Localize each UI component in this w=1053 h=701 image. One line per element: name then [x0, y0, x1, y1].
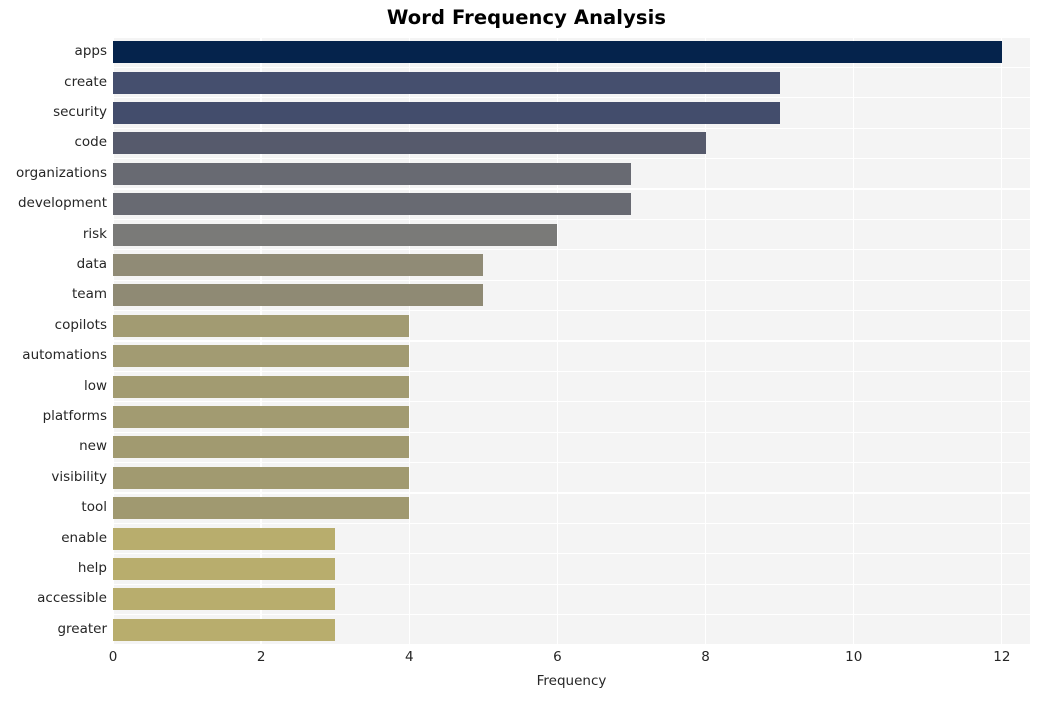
y-tick-label-security: security: [53, 104, 107, 120]
x-tick-label-8: 8: [701, 649, 710, 665]
y-tick-label-automations: automations: [22, 347, 107, 364]
gridline-horizontal: [113, 97, 1030, 99]
bar-accessible: [113, 588, 336, 611]
gridline-horizontal: [113, 66, 1030, 69]
y-tick-label-accessible: accessible: [37, 590, 107, 607]
gridline-horizontal: [113, 522, 1030, 525]
bar-apps: [113, 41, 1002, 64]
x-tick-label-12: 12: [993, 649, 1011, 665]
y-tick-label-code: code: [74, 134, 107, 151]
gridline-horizontal: [113, 431, 1030, 433]
gridline-horizontal: [113, 37, 1030, 38]
bar-team: [113, 284, 484, 307]
y-tick-label-team: team: [71, 286, 107, 303]
gridline-horizontal: [113, 370, 1030, 373]
x-tick-label-6: 6: [553, 649, 562, 665]
bar-data: [113, 254, 484, 276]
gridline-horizontal: [113, 340, 1030, 342]
bar-greater: [113, 618, 336, 641]
y-tick-label-tool: tool: [81, 499, 107, 516]
bar-organizations: [113, 162, 632, 185]
page-title: Word Frequency Analysis: [386, 6, 667, 29]
y-axis-tick-labels: apps create security code organizations devel…: [0, 37, 107, 645]
bar-copilots: [113, 314, 410, 337]
y-tick-label-low: low: [83, 377, 107, 394]
y-tick-label-visibility: visibility: [51, 468, 107, 485]
bar-tool: [113, 497, 410, 520]
y-tick-label-apps: apps: [74, 43, 107, 60]
x-tick-label-0: 0: [108, 649, 118, 665]
bar-automations: [113, 345, 410, 368]
y-tick-label-create: create: [64, 73, 107, 90]
plot-area: [113, 37, 1030, 645]
bar-platforms: [113, 406, 410, 428]
y-tick-label-new: new: [79, 438, 107, 455]
x-tick-label-2: 2: [256, 649, 266, 665]
bar-risk: [113, 223, 558, 246]
gridline-horizontal: [113, 553, 1030, 555]
gridline-horizontal: [113, 157, 1030, 160]
bar-enable: [113, 527, 336, 550]
bar-development: [113, 193, 632, 216]
gridline-horizontal: [113, 218, 1030, 221]
bar-visibility: [113, 466, 410, 489]
bar-new: [113, 436, 410, 459]
y-tick-label-greater: greater: [57, 620, 107, 637]
bar-low: [113, 375, 410, 398]
x-axis-title: Frequency: [536, 673, 607, 689]
y-tick-label-data: data: [76, 256, 107, 272]
gridline-horizontal: [113, 492, 1030, 494]
y-tick-label-risk: risk: [82, 225, 107, 242]
y-tick-label-platforms: platforms: [42, 408, 107, 424]
y-tick-label-copilots: copilots: [54, 316, 107, 333]
y-tick-label-development: development: [17, 195, 107, 212]
bar-help: [113, 558, 336, 580]
bar-code: [113, 132, 706, 155]
chart-figure: Word Frequency Analysis apps create securi…: [0, 0, 1053, 701]
gridline-horizontal: [113, 613, 1030, 616]
y-tick-label-help: help: [77, 560, 107, 576]
gridline-horizontal: [113, 401, 1030, 403]
gridline-horizontal: [113, 583, 1030, 585]
gridline-horizontal: [113, 188, 1030, 190]
bar-security: [113, 102, 780, 124]
gridline-horizontal: [113, 127, 1030, 129]
gridline-horizontal: [113, 279, 1030, 281]
x-tick-label-10: 10: [845, 649, 863, 665]
x-axis-tick-labels: 0 2 4 6 8 10 12: [0, 645, 1053, 675]
bar-create: [113, 71, 780, 94]
gridline-horizontal: [113, 461, 1030, 464]
y-tick-label-organizations: organizations: [16, 164, 107, 181]
x-tick-label-4: 4: [404, 649, 414, 665]
gridline-horizontal: [113, 309, 1030, 312]
gridline-horizontal: [113, 249, 1030, 251]
y-tick-label-enable: enable: [61, 529, 107, 546]
